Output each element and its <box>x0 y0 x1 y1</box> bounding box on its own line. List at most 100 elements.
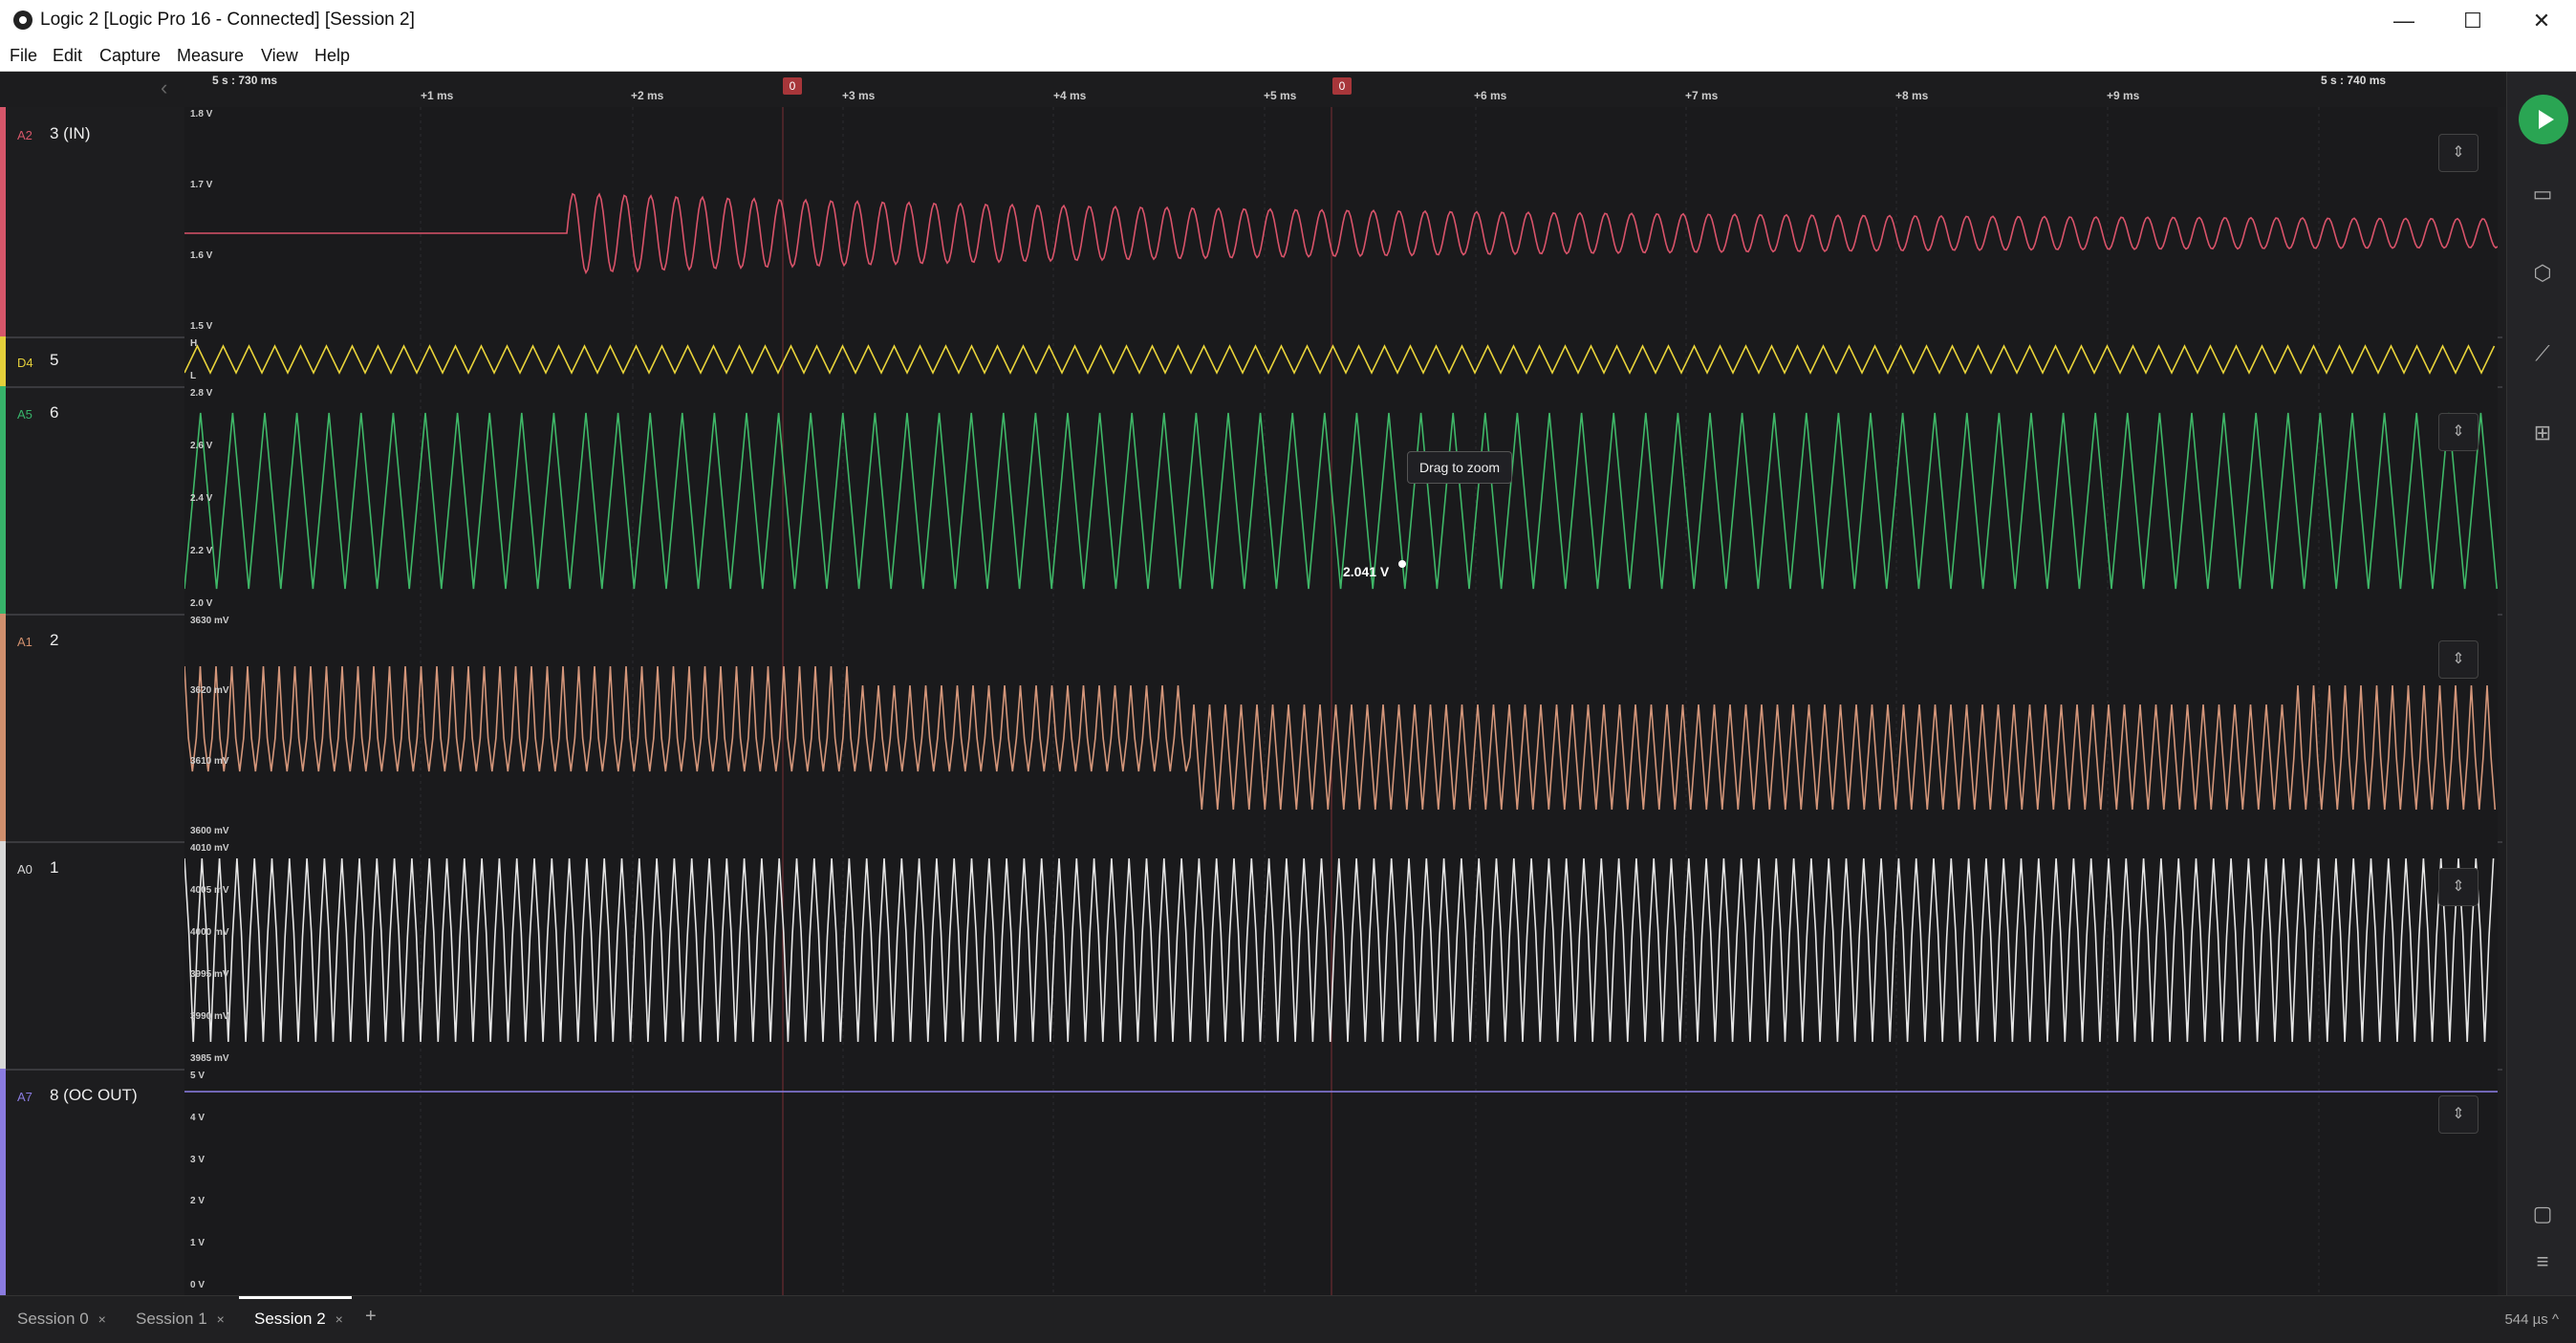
timeline-tick: +5 ms <box>1264 89 1297 102</box>
waveform-plot[interactable]: HL <box>184 336 2498 386</box>
y-axis-label: 1 V <box>190 1238 206 1248</box>
y-axis-label: 3990 mV <box>190 1011 229 1022</box>
timing-marker[interactable]: 0 <box>783 77 802 95</box>
y-axis-label: 3630 mV <box>190 616 229 626</box>
close-window-button[interactable]: ✕ <box>2507 0 2576 42</box>
menu-file[interactable]: File <box>10 46 37 66</box>
channel-name[interactable]: 6 <box>50 403 58 422</box>
waveform-trace <box>184 665 2497 811</box>
y-axis-label: 3610 mV <box>190 756 229 767</box>
session-tab-bar: Session 0 × Session 1 × Session 2 × + 544 µ… <box>0 1295 2576 1343</box>
channel-color-stripe <box>0 386 6 614</box>
channel-color-stripe <box>0 841 6 1069</box>
y-axis-label: 1.6 V <box>190 250 213 261</box>
y-axis-label: 2.0 V <box>190 598 213 609</box>
tab-label: Session 0 <box>17 1310 89 1328</box>
menu-measure[interactable]: Measure <box>177 46 244 66</box>
channel-id: A5 <box>17 407 32 422</box>
waveform-plot[interactable]: 3630 mV 3620 mV 3610 mV 3600 mV ⇕ <box>184 614 2498 841</box>
y-axis-label: 1.5 V <box>190 321 213 332</box>
menu-capture[interactable]: Capture <box>99 46 161 66</box>
y-axis-label: 3620 mV <box>190 685 229 696</box>
y-axis-label: 1.7 V <box>190 180 213 190</box>
channel-name[interactable]: 8 (OC OUT) <box>50 1086 138 1105</box>
minimize-button[interactable]: — <box>2370 0 2438 42</box>
channel-color-stripe <box>0 614 6 841</box>
add-tab-button[interactable]: + <box>365 1306 377 1328</box>
channel-name[interactable]: 5 <box>50 351 58 370</box>
channel-id: A7 <box>17 1090 32 1104</box>
y-axis-label: 2.6 V <box>190 441 213 451</box>
channel-id: A0 <box>17 862 32 877</box>
close-tab-icon[interactable]: × <box>336 1311 343 1327</box>
window-title: Logic 2 [Logic Pro 16 - Connected] [Sess… <box>40 10 415 30</box>
menu-icon[interactable]: ≡ <box>2528 1247 2557 1276</box>
timeline-start-time: 5 s : 730 ms <box>212 74 278 87</box>
expand-channel-button[interactable]: ⇕ <box>2438 1095 2479 1134</box>
waveform-trace <box>184 857 2495 1043</box>
menu-edit[interactable]: Edit <box>53 46 82 66</box>
channel-name[interactable]: 2 <box>50 631 58 650</box>
y-axis-label: 2.2 V <box>190 546 213 556</box>
cursor-value-label: 2.041 V <box>1343 564 1390 579</box>
y-axis-label: 3995 mV <box>190 969 229 980</box>
play-icon[interactable] <box>2519 95 2568 144</box>
y-axis-label: 3985 mV <box>190 1053 229 1064</box>
y-axis-label: 4005 mV <box>190 885 229 896</box>
y-axis-label: 1.8 V <box>190 109 213 119</box>
waveform-plot[interactable]: 4010 mV 4005 mV 4000 mV 3995 mV 3990 mV 3985 … <box>184 841 2498 1069</box>
channel-row[interactable]: A2 3 (IN) 1.8 V 1.7 V 1.6 V 1.5 V ⇕ <box>0 107 2502 338</box>
zoom-level-status[interactable]: 544 µs ^ <box>2504 1311 2559 1328</box>
y-axis-label: 5 V <box>190 1071 206 1081</box>
waveform-svg <box>184 1069 2498 1295</box>
timing-marker[interactable]: 0 <box>1332 77 1352 95</box>
tab-label: Session 1 <box>136 1310 207 1328</box>
analyzers-icon[interactable]: ▭ <box>2528 180 2557 208</box>
channel-color-stripe <box>0 1069 6 1295</box>
channel-name[interactable]: 3 (IN) <box>50 124 91 143</box>
expand-channel-button[interactable]: ⇕ <box>2438 640 2479 679</box>
cursor-point <box>1398 560 1406 568</box>
collapse-sidebar-icon[interactable]: ‹ <box>161 76 167 100</box>
right-sidebar: ▭ ⬡ ⟋ ⊞ ▢ ≡ <box>2506 72 2576 1295</box>
menu-bar: File Edit Capture Measure View Help <box>0 42 2576 72</box>
menu-help[interactable]: Help <box>314 46 350 66</box>
drag-to-zoom-tooltip: Drag to zoom <box>1407 451 1513 484</box>
waveform-trace <box>184 412 2498 590</box>
y-axis-label: 4000 mV <box>190 927 229 938</box>
maximize-button[interactable]: ☐ <box>2438 0 2507 42</box>
channel-row[interactable]: D4 5 H L <box>0 336 2502 388</box>
tab-session-2[interactable]: Session 2 × <box>254 1310 343 1329</box>
channel-row[interactable]: A0 1 4010 mV 4005 mV 4000 mV 3995 mV 3990 mV 39… <box>0 841 2502 1071</box>
waveform-plot[interactable]: 5 V 4 V 3 V 2 V 1 V 0 V ⇕ <box>184 1069 2498 1295</box>
title-bar: Logic 2 [Logic Pro 16 - Connected] [Sess… <box>0 0 2576 42</box>
close-tab-icon[interactable]: × <box>98 1311 106 1327</box>
waveform-trace <box>184 344 2496 375</box>
timeline-tick: +7 ms <box>1685 89 1719 102</box>
channel-color-stripe <box>0 336 6 386</box>
expand-channel-button[interactable]: ⇕ <box>2438 413 2479 451</box>
tab-session-1[interactable]: Session 1 × <box>136 1310 225 1329</box>
close-tab-icon[interactable]: × <box>217 1311 225 1327</box>
waveform-svg <box>184 107 2498 336</box>
timeline-tick: +9 ms <box>2107 89 2140 102</box>
expand-channel-button[interactable]: ⇕ <box>2438 868 2479 906</box>
menu-view[interactable]: View <box>261 46 298 66</box>
waveform-plot[interactable]: 1.8 V 1.7 V 1.6 V 1.5 V ⇕ <box>184 107 2498 336</box>
expand-channel-button[interactable]: ⇕ <box>2438 134 2479 172</box>
waveform-svg <box>184 336 2496 386</box>
y-axis-label: 0 V <box>190 1280 206 1290</box>
channel-row[interactable]: A7 8 (OC OUT) 5 V 4 V 3 V 2 V 1 V 0 V ⇕ <box>0 1069 2502 1297</box>
extensions-icon[interactable]: ⊞ <box>2528 419 2557 447</box>
triggers-icon[interactable]: ⬡ <box>2528 259 2557 288</box>
waveform-plot[interactable]: 2.8 V 2.6 V 2.4 V 2.2 V 2.0 V ⇕ <box>184 386 2498 614</box>
channel-row[interactable]: A1 2 3630 mV 3620 mV 3610 mV 3600 mV ⇕ <box>0 614 2502 843</box>
tab-session-0[interactable]: Session 0 × <box>17 1310 106 1329</box>
y-axis-label: L <box>190 371 197 381</box>
measure-icon[interactable]: ⟋ <box>2528 339 2557 368</box>
channel-row[interactable]: A5 6 2.8 V 2.6 V 2.4 V 2.2 V 2.0 V ⇕ <box>0 386 2502 616</box>
notes-icon[interactable]: ▢ <box>2528 1200 2557 1228</box>
timeline-tick: +6 ms <box>1474 89 1507 102</box>
channel-name[interactable]: 1 <box>50 858 58 877</box>
timeline-ruler[interactable]: ‹ 5 s : 730 ms 5 s : 740 ms +1 ms +2 ms … <box>0 72 2506 107</box>
